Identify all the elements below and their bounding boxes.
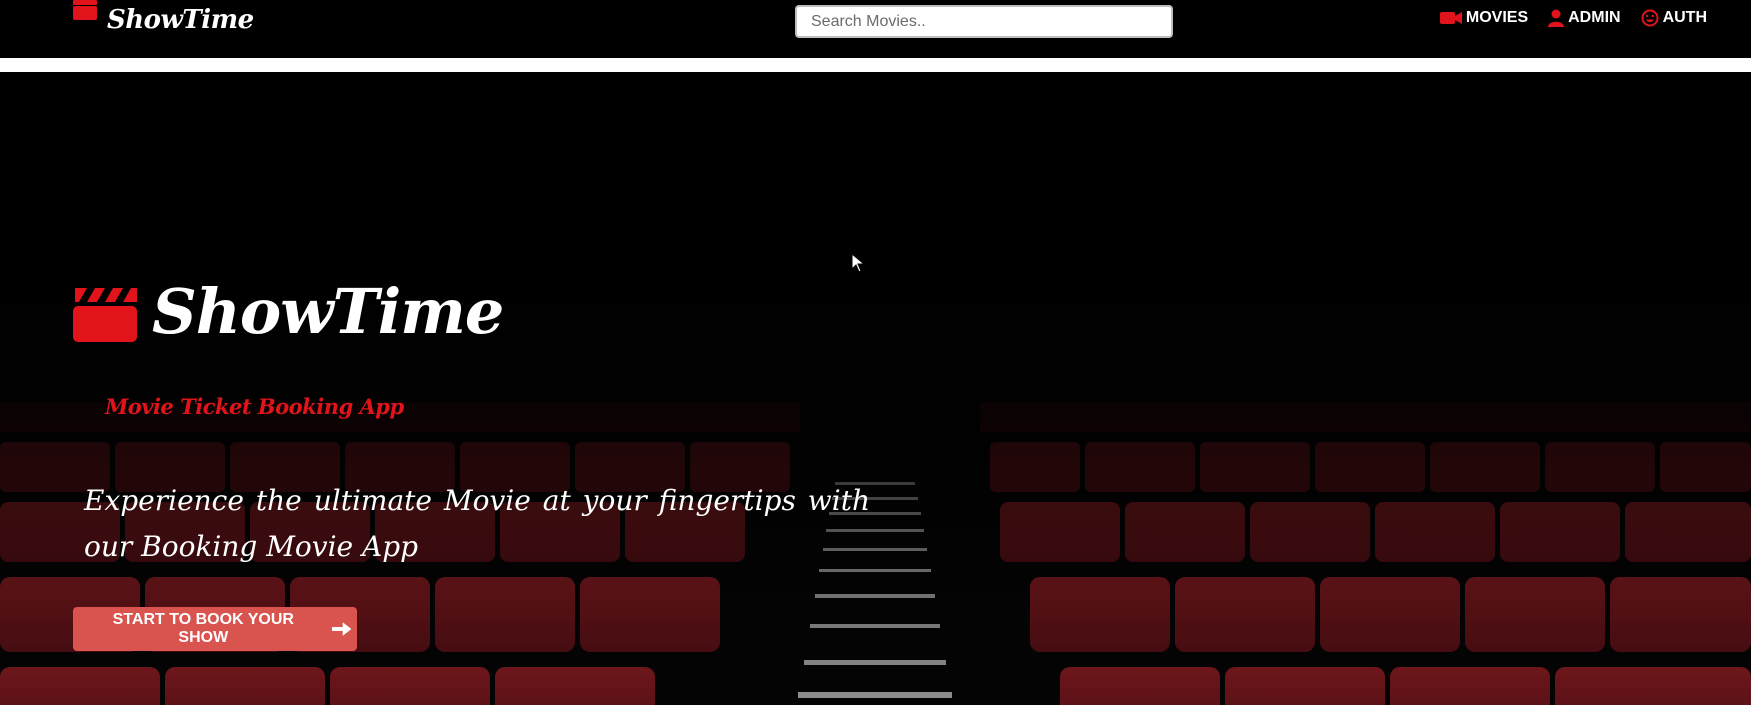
hero-section: ShowTime Movie Ticket Booking App Experi…	[0, 72, 1751, 705]
navbar: ShowTime MOVIES ADMIN AUTH	[0, 0, 1751, 58]
arrow-right-icon	[331, 622, 351, 636]
hero-subtitle: Movie Ticket Booking App	[105, 394, 404, 419]
nav-link-auth[interactable]: AUTH	[1641, 9, 1707, 27]
nav-link-label: ADMIN	[1568, 9, 1621, 26]
nav-links: MOVIES ADMIN AUTH	[1439, 6, 1707, 30]
user-icon	[1548, 9, 1565, 27]
nav-link-label: AUTH	[1662, 9, 1707, 26]
nav-link-movies[interactable]: MOVIES	[1439, 9, 1529, 27]
nav-link-admin[interactable]: ADMIN	[1548, 9, 1621, 27]
brand-name: ShowTime	[107, 5, 254, 35]
mouse-cursor-icon	[851, 253, 865, 273]
start-booking-button[interactable]: START TO BOOK YOUR SHOW	[73, 607, 357, 651]
hero-content: ShowTime Movie Ticket Booking App Experi…	[0, 72, 1751, 705]
start-booking-label: START TO BOOK YOUR SHOW	[112, 611, 294, 646]
hero-tagline: Experience the ultimate Movie at your fi…	[84, 484, 870, 563]
video-camera-icon	[1439, 12, 1462, 24]
hero-title: ShowTime	[152, 275, 504, 348]
navbar-divider	[0, 58, 1751, 72]
search-input[interactable]	[795, 5, 1173, 38]
smiley-icon	[1641, 9, 1659, 27]
nav-link-label: MOVIES	[1465, 9, 1529, 26]
clapperboard-icon	[73, 0, 97, 20]
clapperboard-icon	[73, 288, 137, 342]
